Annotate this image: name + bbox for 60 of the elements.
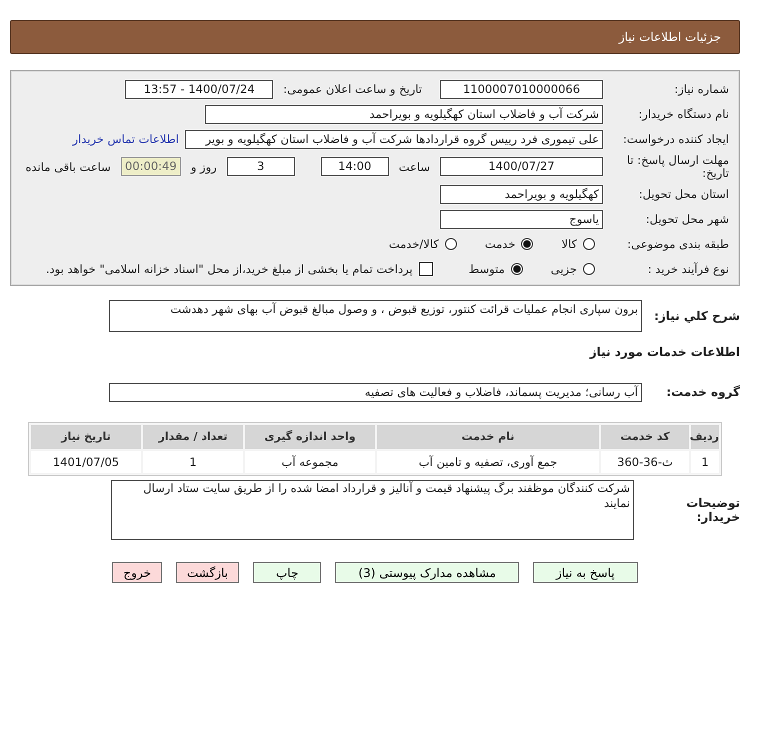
action-button[interactable]: چاپ <box>253 562 322 584</box>
radio-label: متوسط <box>468 262 505 276</box>
field-label: نام دستگاه خریدار: <box>637 108 729 120</box>
column-header: واحد اندازه گیری <box>245 425 375 450</box>
days-field: 3 <box>226 157 295 176</box>
delivery-city-field: یاسوج <box>440 210 603 229</box>
buyer-contact-link[interactable]: اطلاعات تماس خریدار <box>72 132 179 146</box>
field-label: تاریخ و ساعت اعلان عمومی: <box>283 82 422 96</box>
radio-label: جزیی <box>550 262 577 276</box>
checkbox-label: پرداخت تمام یا بخشی از مبلغ خرید،از محل "اسناد خزانه اسلامی" خواهد بود. <box>46 262 413 276</box>
radio-button[interactable] <box>583 263 595 276</box>
field-label: ساعت <box>398 160 430 174</box>
radio-button[interactable] <box>521 238 534 250</box>
deadline-time-field: 14:00 <box>320 157 389 176</box>
field-label: ایجاد کننده درخواست: <box>622 132 729 146</box>
page-title: جزئیات اطلاعات نیاز <box>618 30 721 44</box>
field-label: طبقه بندی موضوعی: <box>626 238 729 251</box>
field-label: توضیحات خریدار: <box>685 496 740 524</box>
table-cell: 1401/07/05 <box>31 451 141 474</box>
table-cell: 1 <box>143 451 243 474</box>
column-header: کد خدمت <box>601 425 689 450</box>
column-header: نام خدمت <box>377 425 599 450</box>
column-header: تعداد / مقدار <box>143 425 243 450</box>
field-label: شرح کلي نياز: <box>653 309 740 324</box>
service-group-field: آب رسانی؛ مدیریت پسماند، فاضلاب و فعالیت های تصفیه <box>109 382 642 402</box>
radio-label: کالا <box>561 237 577 252</box>
radio-label: خدمت <box>484 237 516 252</box>
action-button[interactable]: خروج <box>112 562 162 584</box>
requester-field: علی تیموری فرد رییس گروه قراردادها شرکت آب و فاضلاب استان کهگیلویه و بویر <box>185 130 603 148</box>
deadline-date-field: 1400/07/27 <box>440 157 603 176</box>
table-cell: ث-36-360 <box>601 451 689 474</box>
delivery-province-field: کهگیلویه و بویراحمد <box>440 184 603 204</box>
radio-label: کالا/خدمت <box>388 237 439 252</box>
buyer-notes-field: شرکت کنندگان موظفند برگ پیشنهاد قیمت و آنالیز و قرارداد امضا شده را از طریق سایت ستاد ارسال نمایند <box>111 480 634 540</box>
need-number-field: 1100007010000066 <box>440 80 603 98</box>
checkbox[interactable] <box>418 262 433 276</box>
section-heading: اطلاعات خدمات مورد نیاز <box>590 345 740 360</box>
field-label: شهر محل تحویل: <box>644 212 729 226</box>
column-header: ردیف <box>691 425 719 450</box>
field-label: شماره نیاز: <box>673 82 729 96</box>
action-button[interactable]: پاسخ به نیاز <box>532 562 638 584</box>
field-label: روز و <box>190 160 217 174</box>
field-label: نوع فرآیند خرید : <box>646 262 729 276</box>
radio-button[interactable] <box>510 263 523 276</box>
radio-button[interactable] <box>444 238 457 250</box>
column-header: تاریخ نیاز <box>31 425 141 450</box>
field-label: ساعت باقی مانده <box>26 160 111 174</box>
table-cell: مجموعه آب <box>245 451 375 474</box>
buyer-org-field: شرکت آب و فاضلاب استان کهگیلویه و بویراحمد <box>205 104 603 124</box>
description-field: برون سپاری انجام عملیات قرائت کنتور، توزیع قبوض ، و وصول مبالغ قبوض آب بهای شهر دهدشت <box>109 300 642 332</box>
field-label: مهلت ارسال پاسخ: تا تاریخ: <box>626 154 729 180</box>
action-button[interactable]: بازگشت <box>176 562 239 584</box>
field-label: استان محل تحویل: <box>638 188 729 201</box>
field-label: گروه خدمت: <box>665 385 740 400</box>
remaining-time-field: 00:00:49 <box>120 157 181 176</box>
action-button[interactable]: مشاهده مدارک پیوستی (3) <box>335 562 519 584</box>
table-cell: 1 <box>691 451 719 474</box>
radio-button[interactable] <box>583 238 595 250</box>
announce-date-field: 1400/07/24 - 13:57 <box>125 80 274 98</box>
table-cell: جمع آوری، تصفیه و تامین آب <box>377 451 599 474</box>
